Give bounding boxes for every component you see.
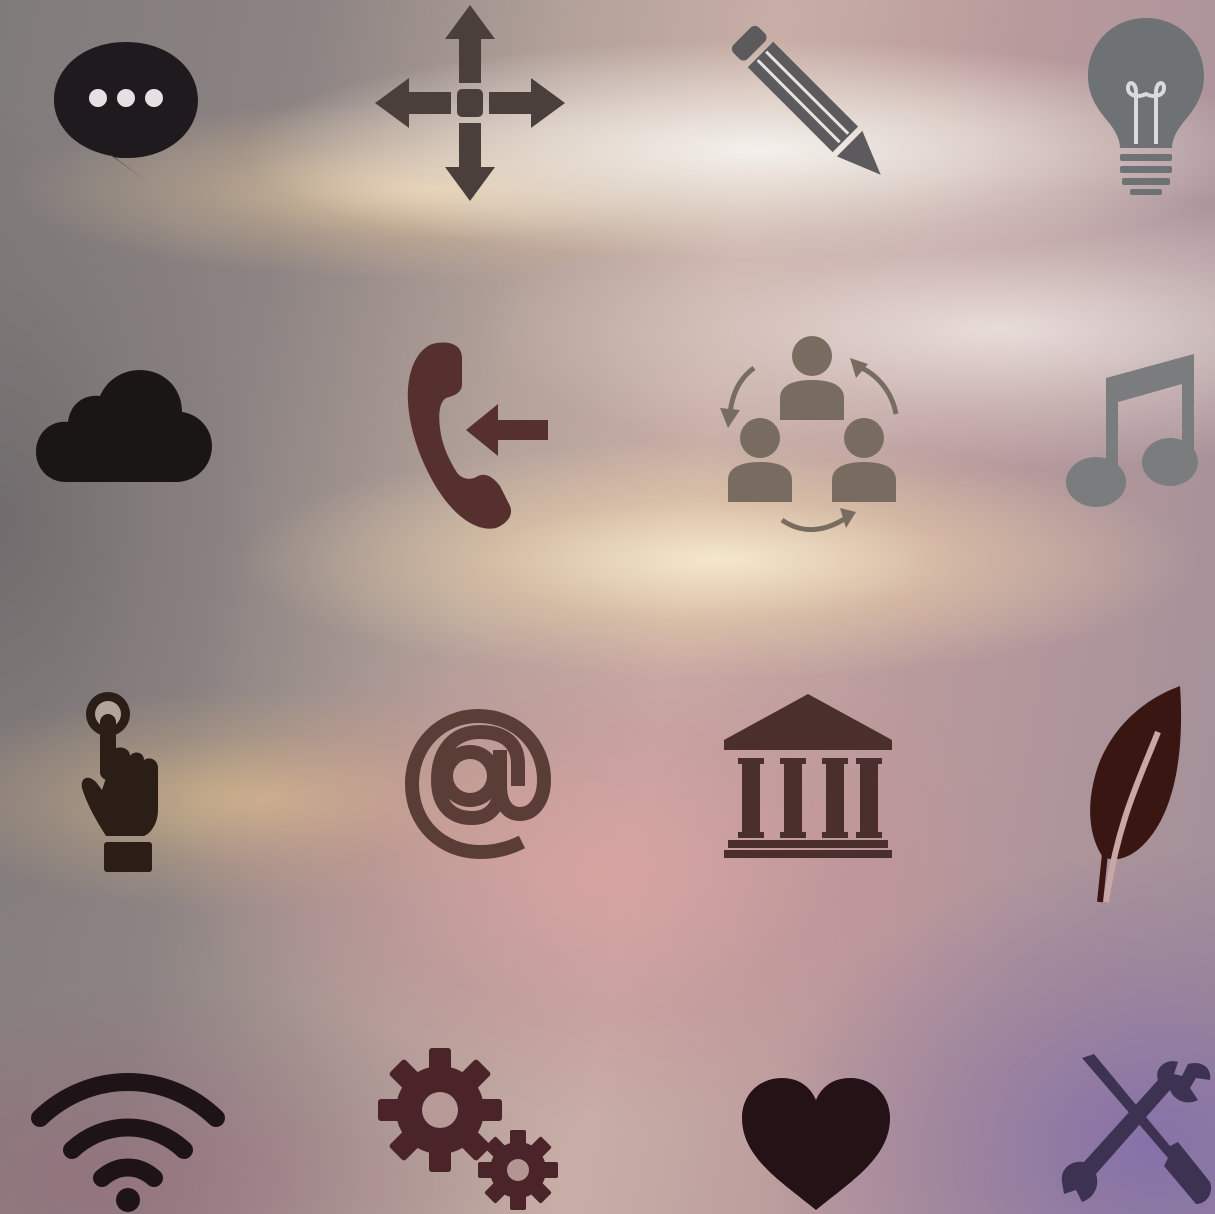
incoming-call-icon — [407, 342, 548, 529]
bank-building-icon — [724, 694, 892, 858]
gears-icon — [378, 1048, 558, 1210]
heart-icon — [742, 1078, 890, 1210]
leaf-icon — [1090, 686, 1182, 903]
touch-hand-icon — [81, 692, 158, 872]
at-sign-icon — [404, 708, 552, 860]
team-cycle-icon — [720, 336, 899, 533]
speech-bubble-icon — [54, 42, 198, 184]
music-note-icon — [1066, 354, 1198, 507]
move-arrows-icon — [375, 5, 565, 201]
cloud-icon — [36, 370, 212, 482]
pencil-icon — [731, 25, 881, 175]
tools-icon — [1061, 1054, 1212, 1204]
lightbulb-icon — [1088, 18, 1204, 195]
icon-collage-canvas — [0, 0, 1215, 1214]
wifi-icon — [31, 1073, 225, 1212]
